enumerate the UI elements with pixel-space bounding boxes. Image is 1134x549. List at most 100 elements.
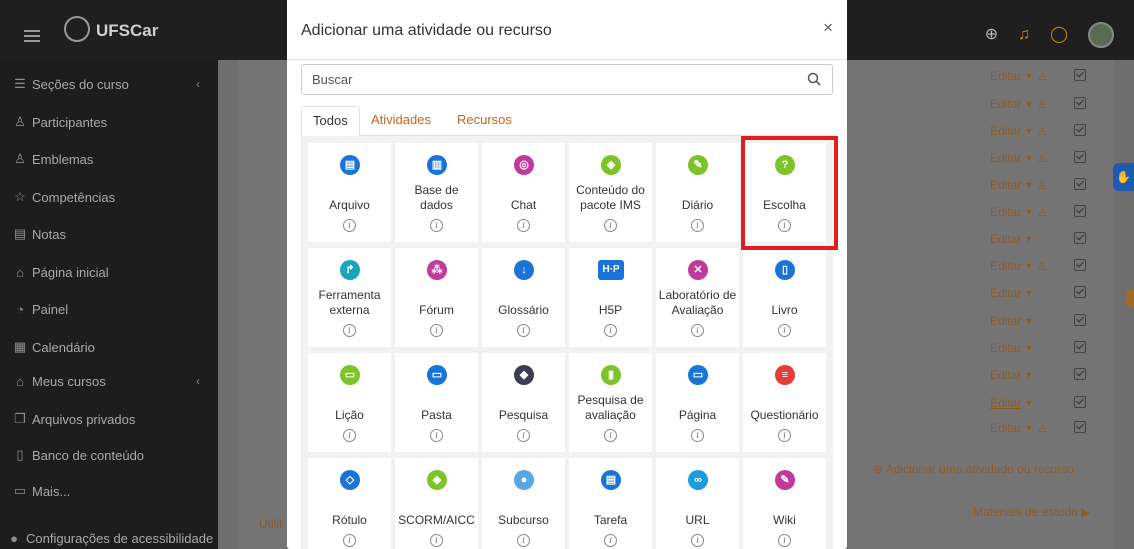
checkbox-icon[interactable] [1074,151,1086,163]
sidebar-item-course-sections[interactable]: ☰ Seções do curso ‹ [12,73,212,95]
checkbox-icon[interactable] [1074,232,1086,244]
edit-row[interactable]: Editar ▼ [990,393,1100,413]
edit-link[interactable]: Editar [990,232,1021,246]
sidebar-item-participants[interactable]: ♙ Participantes [12,111,107,133]
module-tile[interactable]: ↓ Glossário i [482,248,565,347]
edit-row[interactable]: Editar ▼ [990,338,1100,358]
info-icon[interactable]: i [691,534,704,547]
checkbox-icon[interactable] [1074,205,1086,217]
bell-icon[interactable]: ♫ [1018,27,1030,43]
utilities-link[interactable]: Utilit [259,517,282,531]
module-tile[interactable]: ∞ URL i [656,458,739,549]
info-icon[interactable]: i [517,219,530,232]
info-icon[interactable]: i [604,324,617,337]
sidebar-item-badges[interactable]: ♙ Emblemas [12,148,93,170]
module-tile[interactable]: ✎ Diário i [656,143,739,242]
edit-row[interactable]: Editar ▼ ♙ [990,121,1100,141]
checkbox-icon[interactable] [1074,368,1086,380]
add-activity-link[interactable]: ⊕ Adicionar uma atividade ou recurso [873,462,1074,476]
edit-link[interactable]: Editar [990,178,1021,192]
checkbox-icon[interactable] [1074,286,1086,298]
edit-link[interactable]: Editar [990,286,1021,300]
brand-logo[interactable]: UFSCar [64,10,174,50]
checkbox-icon[interactable] [1074,259,1086,271]
menu-icon[interactable] [24,30,40,42]
module-tile[interactable]: ▭ Página i [656,353,739,452]
info-icon[interactable]: i [430,219,443,232]
module-tile[interactable]: ◇ Rótulo i [308,458,391,549]
module-tile[interactable]: ↱ Ferramenta externa i [308,248,391,347]
side-handle[interactable] [1126,290,1134,308]
tab-activities[interactable]: Atividades [360,106,442,136]
edit-row[interactable]: Editar ▼ ♙ [990,175,1100,195]
info-icon[interactable]: i [604,429,617,442]
info-icon[interactable]: i [430,429,443,442]
checkbox-icon[interactable] [1074,69,1086,81]
next-section-link[interactable]: Materiais de estudo ▶ [973,505,1090,519]
checkbox-icon[interactable] [1074,124,1086,136]
edit-row[interactable]: Editar ▼ [990,365,1100,385]
sign-language-widget-icon[interactable]: ✋ [1113,163,1134,191]
info-icon[interactable]: i [343,429,356,442]
info-icon[interactable]: i [517,534,530,547]
info-icon[interactable]: i [691,219,704,232]
edit-row[interactable]: Editar ▼ ♙ [990,94,1100,114]
globe-icon[interactable]: ⊕ [985,27,998,43]
tab-all[interactable]: Todos [301,106,360,136]
module-tile[interactable]: ▯ Livro i [743,248,826,347]
sidebar-item-content-bank[interactable]: ▯ Banco de conteúdo [12,444,144,466]
info-icon[interactable]: i [604,219,617,232]
info-icon[interactable]: i [691,429,704,442]
edit-row[interactable]: Editar ▼ ♙ [990,202,1100,222]
edit-link[interactable]: Editar [990,205,1021,219]
edit-link[interactable]: Editar [990,341,1021,355]
info-icon[interactable]: i [343,219,356,232]
info-icon[interactable]: i [778,429,791,442]
info-icon[interactable]: i [778,324,791,337]
module-tile[interactable]: ▥ Base de dados i [395,143,478,242]
module-tile[interactable]: ▮ Pesquisa de avaliação i [569,353,652,452]
chat-icon[interactable]: ◯ [1050,27,1068,43]
edit-link[interactable]: Editar [990,97,1021,111]
sidebar-item-dashboard[interactable]: ◔ Painel [12,298,68,320]
edit-row[interactable]: Editar ▼ [990,311,1100,331]
edit-link[interactable]: Editar [990,69,1021,83]
checkbox-icon[interactable] [1074,396,1086,408]
module-tile[interactable]: ✕ Laboratório de Avaliação i [656,248,739,347]
edit-link[interactable]: Editar [990,396,1021,410]
tab-resources[interactable]: Recursos [446,106,523,136]
checkbox-icon[interactable] [1074,341,1086,353]
module-tile[interactable]: ⁂ Fórum i [395,248,478,347]
info-icon[interactable]: i [343,324,356,337]
module-tile[interactable]: ▤ Arquivo i [308,143,391,242]
module-tile[interactable]: ≡ Questionário i [743,353,826,452]
sidebar-item-accessibility[interactable]: ● Configurações de acessibilidade [6,527,213,549]
sidebar-item-private-files[interactable]: ❐ Arquivos privados [12,408,135,430]
edit-row[interactable]: Editar ▼ ♙ [990,418,1100,438]
edit-link[interactable]: Editar [990,259,1021,273]
info-icon[interactable]: i [604,534,617,547]
avatar[interactable] [1088,22,1114,48]
info-icon[interactable]: i [778,534,791,547]
module-tile[interactable]: ◆ Pesquisa i [482,353,565,452]
edit-row[interactable]: Editar ▼ ♙ [990,148,1100,168]
edit-row[interactable]: Editar ▼ ♙ [990,66,1100,86]
edit-link[interactable]: Editar [990,421,1021,435]
edit-row[interactable]: Editar ▼ [990,283,1100,303]
info-icon[interactable]: i [517,324,530,337]
sidebar-item-home[interactable]: ⌂ Página inicial [12,261,109,283]
checkbox-icon[interactable] [1074,97,1086,109]
checkbox-icon[interactable] [1074,314,1086,326]
sidebar-item-calendar[interactable]: ▦ Calendário [12,336,95,358]
module-tile[interactable]: H·P H5P i [569,248,652,347]
info-icon[interactable]: i [430,534,443,547]
info-icon[interactable]: i [343,534,356,547]
checkbox-icon[interactable] [1074,178,1086,190]
search-icon[interactable] [807,72,821,86]
close-icon[interactable]: × [823,18,833,38]
sidebar-item-grades[interactable]: ▤ Notas [12,223,66,245]
edit-link[interactable]: Editar [990,368,1021,382]
info-icon[interactable]: i [691,324,704,337]
edit-link[interactable]: Editar [990,124,1021,138]
module-tile[interactable]: ▭ Lição i [308,353,391,452]
